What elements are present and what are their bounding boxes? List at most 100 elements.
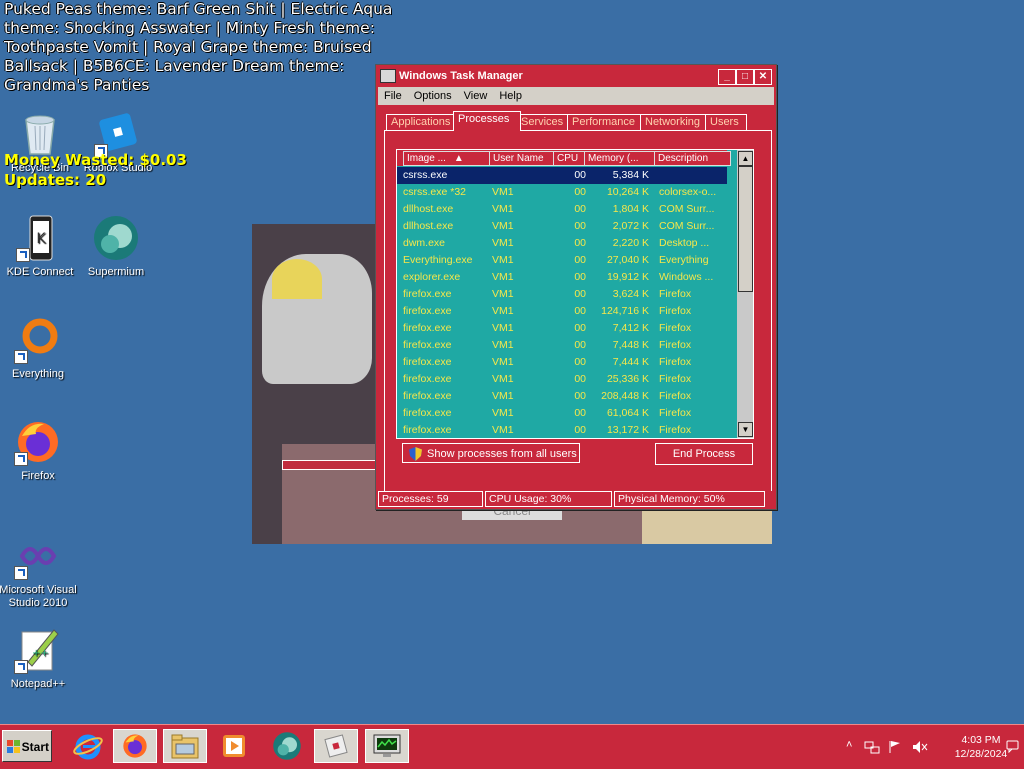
desktop-icon-label: Everything [12, 368, 64, 380]
table-row[interactable]: firefox.exe VM1 00 25,336 K Firefox [397, 371, 727, 388]
scroll-thumb[interactable] [738, 166, 753, 292]
show-all-users-label: Show processes from all users [427, 448, 577, 460]
desktop-icon-label: KDE Connect [6, 266, 74, 278]
table-row[interactable]: firefox.exe VM1 00 7,448 K Firefox [397, 337, 727, 354]
task-manager-icon [373, 734, 401, 757]
table-row[interactable]: firefox.exe VM1 00 124,716 K Firefox [397, 303, 727, 320]
column-image-name[interactable]: Image ... ▲ [403, 151, 490, 166]
status-processes: Processes: 59 [378, 491, 483, 507]
supermium-icon [92, 214, 140, 262]
window-title: Windows Task Manager [399, 70, 523, 82]
process-rows: csrss.exe 00 5,384 K csrss.exe *32 VM1 00 10,… [397, 167, 727, 438]
tab-performance[interactable]: Performance [567, 114, 644, 130]
theme-overlay-text: Puked Peas theme: Barf Green Shit | Elec… [4, 0, 393, 94]
taskbar-firefox[interactable] [113, 729, 157, 763]
tab-networking[interactable]: Networking [640, 114, 709, 130]
table-row[interactable]: csrss.exe 00 5,384 K [397, 167, 727, 184]
table-row[interactable]: firefox.exe VM1 00 7,444 K Firefox [397, 354, 727, 371]
desktop-icon-label: Notepad++ [10, 678, 66, 690]
desktop-icon-label: Supermium [87, 266, 145, 278]
process-list-header: Image ... ▲ User Name CPU Memory (... Des… [397, 150, 731, 166]
title-bar[interactable]: Windows Task Manager _ □ ✕ [378, 67, 774, 85]
volume-muted-icon[interactable] [912, 740, 928, 754]
desktop-icon-notepad-plus-plus[interactable]: ++ Notepad++ [0, 626, 78, 691]
desktop-icon-kde-connect[interactable]: K KDE Connect [0, 214, 80, 279]
sort-arrow-icon: ▲ [453, 153, 464, 164]
internet-explorer-icon [73, 734, 103, 760]
table-row[interactable]: dwm.exe VM1 00 2,220 K Desktop ... [397, 235, 727, 252]
table-row[interactable]: dllhost.exe VM1 00 1,804 K COM Surr... [397, 201, 727, 218]
table-row[interactable]: Everything.exe VM1 00 27,040 K Everything [397, 252, 727, 269]
menu-view[interactable]: View [458, 87, 494, 105]
start-label: Start [21, 740, 49, 754]
column-cpu[interactable]: CPU [553, 151, 585, 166]
tab-processes[interactable]: Processes [453, 111, 521, 131]
table-row[interactable]: firefox.exe VM1 00 208,448 K Firefox [397, 388, 727, 405]
system-tray: ˄ 4:03 PM 12/28/2024 [846, 729, 1019, 763]
table-row[interactable]: firefox.exe VM1 00 61,064 K Firefox [397, 405, 727, 422]
action-center-flag-icon[interactable] [888, 740, 902, 754]
kde-connect-icon: K [16, 214, 64, 262]
column-memory[interactable]: Memory (... [584, 151, 655, 166]
taskbar-file-explorer[interactable] [163, 729, 207, 763]
scroll-down-arrow-icon[interactable]: ▼ [738, 422, 753, 437]
maximize-button[interactable]: □ [736, 69, 754, 85]
table-row[interactable]: firefox.exe VM1 00 3,624 K Firefox [397, 286, 727, 303]
taskbar-task-manager[interactable] [365, 729, 409, 763]
tab-users[interactable]: Users [705, 114, 747, 130]
vertical-scrollbar[interactable]: ▲ ▼ [737, 150, 753, 438]
column-user-name[interactable]: User Name [489, 151, 554, 166]
notepad-plus-plus-icon: ++ [14, 626, 62, 674]
tab-applications[interactable]: Applications [386, 114, 455, 130]
svg-text:K: K [36, 231, 46, 247]
network-icon[interactable] [864, 741, 880, 755]
supermium-icon [273, 732, 301, 760]
status-bar: Processes: 59 CPU Usage: 30% Physical Me… [378, 491, 774, 507]
progress-bar [282, 460, 380, 470]
taskbar: Start ˄ 4:03 PM 12/28/2024 [0, 724, 1024, 769]
file-explorer-icon [171, 734, 199, 759]
tab-strip: Applications Processes Services Performa… [384, 111, 774, 131]
visual-studio-icon [14, 532, 62, 580]
show-all-users-button[interactable]: Show processes from all users [402, 443, 580, 463]
desktop-icon-label: Firefox [21, 470, 55, 482]
taskbar-internet-explorer[interactable] [66, 729, 110, 763]
taskbar-roblox[interactable] [314, 729, 358, 763]
firefox-icon [123, 734, 147, 758]
start-button[interactable]: Start [2, 730, 52, 762]
desktop-icon-label: Microsoft Visual Studio 2010 [0, 584, 77, 609]
table-row[interactable]: explorer.exe VM1 00 19,912 K Windows ... [397, 269, 727, 286]
column-description[interactable]: Description [654, 151, 731, 166]
status-cpu-usage: CPU Usage: 30% [485, 491, 612, 507]
close-button[interactable]: ✕ [754, 69, 772, 85]
task-manager-window: Windows Task Manager _ □ ✕ File Options Vi… [375, 64, 777, 510]
stats-overlay: Money Wasted: $0.03 Updates: 20 [4, 150, 187, 190]
menu-options[interactable]: Options [408, 87, 458, 105]
everything-icon [14, 316, 62, 364]
firefox-icon [14, 418, 62, 466]
end-process-button[interactable]: End Process [655, 443, 753, 465]
table-row[interactable]: csrss.exe *32 VM1 00 10,264 Kcolorsex-o... [397, 184, 727, 201]
status-physical-memory: Physical Memory: 50% [614, 491, 765, 507]
svg-text:++: ++ [32, 648, 49, 659]
minimize-button[interactable]: _ [718, 69, 736, 85]
desktop-icon-everything[interactable]: Everything [0, 316, 78, 381]
desktop-icon-supermium[interactable]: Supermium [76, 214, 156, 279]
tab-services[interactable]: Services [516, 114, 572, 130]
taskbar-media-player[interactable] [212, 729, 256, 763]
updates-text: Updates: 20 [4, 171, 107, 189]
table-row[interactable]: dllhost.exe VM1 00 2,072 K COM Surr... [397, 218, 727, 235]
process-list[interactable]: Image ... ▲ User Name CPU Memory (... Des… [396, 149, 754, 439]
menu-bar: File Options View Help [378, 87, 774, 105]
taskbar-supermium[interactable] [265, 729, 309, 763]
money-wasted-text: Money Wasted: $0.03 [4, 151, 187, 169]
menu-help[interactable]: Help [493, 87, 528, 105]
table-row[interactable]: firefox.exe VM1 00 7,412 K Firefox [397, 320, 727, 337]
table-row[interactable]: firefox.exe VM1 00 13,172 K Firefox [397, 422, 727, 438]
scroll-up-arrow-icon[interactable]: ▲ [738, 151, 753, 166]
desktop-icon-firefox[interactable]: Firefox [0, 418, 78, 483]
desktop-icon-visual-studio[interactable]: Microsoft Visual Studio 2010 [0, 532, 78, 610]
notification-bubble-icon[interactable] [1006, 740, 1019, 753]
windows-logo-icon [7, 740, 20, 753]
show-hidden-icons-icon[interactable]: ˄ [846, 739, 852, 751]
